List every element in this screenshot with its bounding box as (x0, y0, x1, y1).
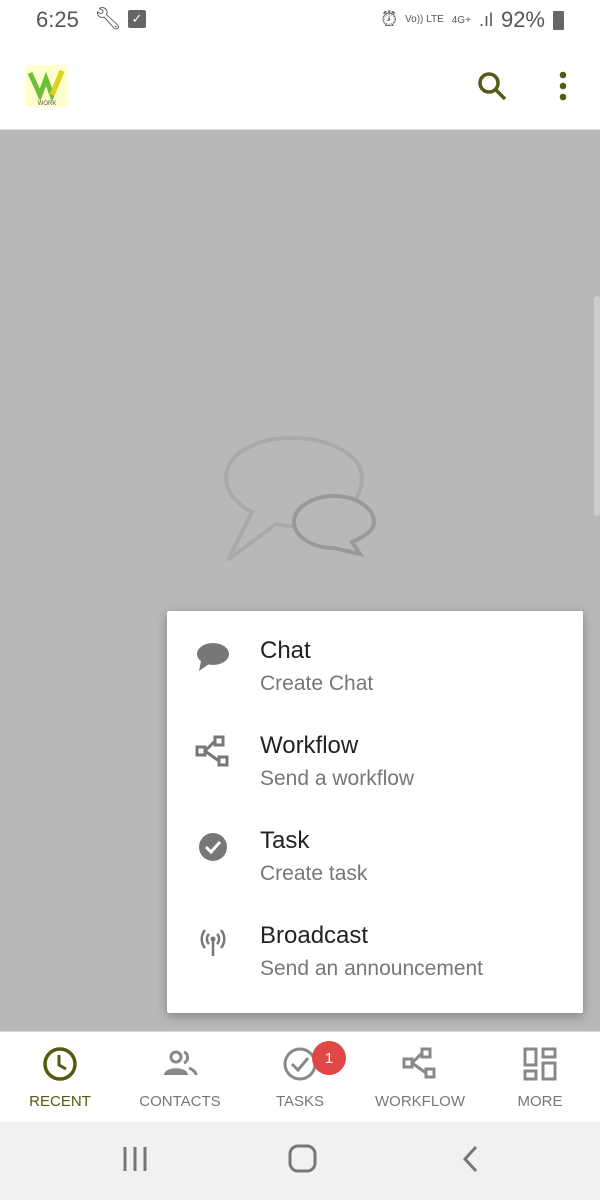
tab-label: CONTACTS (139, 1093, 221, 1110)
content-area: Chat Create Chat Workflow Send a workflo… (0, 131, 600, 1031)
clock-icon (43, 1047, 77, 1081)
create-menu: Chat Create Chat Workflow Send a workflo… (167, 611, 583, 1013)
workflow-icon (195, 735, 229, 767)
svg-text:WORK: WORK (38, 101, 57, 107)
contacts-icon (164, 1050, 198, 1076)
battery-percent: 92% (500, 7, 545, 32)
dashboard-icon (523, 1047, 557, 1081)
tab-contacts[interactable]: CONTACTS (120, 1032, 240, 1122)
tasks-badge: 1 (312, 1041, 346, 1075)
wrench-icon: 🔧︎ (94, 6, 122, 31)
menu-item-title: Task (260, 827, 310, 854)
app-logo[interactable]: WORK (26, 65, 68, 107)
bottom-navigation: RECENT CONTACTS TASKS WORKFLOW MORE 1 (0, 1031, 600, 1122)
tab-label: WORKFLOW (375, 1093, 465, 1110)
search-button[interactable] (472, 66, 512, 106)
tab-label: MORE (517, 1093, 563, 1110)
menu-item-chat[interactable]: Chat Create Chat (167, 611, 583, 706)
scroll-handle[interactable] (594, 296, 600, 516)
tab-recent[interactable]: RECENT (0, 1032, 120, 1122)
app-bar: WORK (0, 40, 600, 130)
search-icon (478, 72, 507, 101)
menu-item-task[interactable]: Task Create task (167, 801, 583, 896)
data-label: 4G+ (451, 14, 471, 26)
workflow-icon (402, 1047, 436, 1079)
check-circle-icon (199, 833, 227, 861)
tab-label: RECENT (29, 1093, 91, 1110)
tab-more[interactable]: MORE (480, 1032, 600, 1122)
home-button[interactable] (288, 1144, 318, 1179)
system-navigation-bar (0, 1122, 600, 1200)
menu-item-broadcast[interactable]: Broadcast Send an announcement (167, 896, 583, 991)
status-time: 6:25 (36, 7, 79, 32)
checkbox-notification-icon: ✓ (128, 10, 146, 28)
signal-icon: .ıl (478, 9, 493, 30)
alarm-icon: ⏰︎ (381, 8, 398, 31)
menu-item-subtitle: Send a workflow (260, 767, 415, 790)
tab-workflow[interactable]: WORKFLOW (360, 1032, 480, 1122)
tab-label: TASKS (275, 1093, 325, 1110)
recents-button[interactable] (122, 1144, 150, 1179)
menu-item-subtitle: Create Chat (260, 672, 374, 695)
battery-icon (553, 10, 564, 30)
menu-item-title: Workflow (260, 732, 359, 759)
menu-item-title: Chat (260, 637, 311, 664)
menu-item-workflow[interactable]: Workflow Send a workflow (167, 706, 583, 801)
menu-item-subtitle: Create task (260, 862, 368, 885)
more-vert-icon (559, 71, 567, 101)
empty-chat-icon (223, 436, 377, 562)
broadcast-icon (200, 929, 226, 956)
status-bar: 6:25 🔧︎ ✓ ⏰︎ Vo)) LTE 4G+ .ıl 92% (0, 0, 600, 40)
chat-bubble-icon (197, 643, 229, 671)
menu-item-title: Broadcast (260, 922, 369, 949)
menu-item-subtitle: Send an announcement (260, 957, 484, 980)
tab-tasks[interactable]: TASKS (240, 1032, 360, 1122)
overflow-menu-button[interactable] (543, 66, 583, 106)
back-button[interactable] (460, 1144, 482, 1179)
network-label: Vo)) LTE (405, 14, 444, 25)
